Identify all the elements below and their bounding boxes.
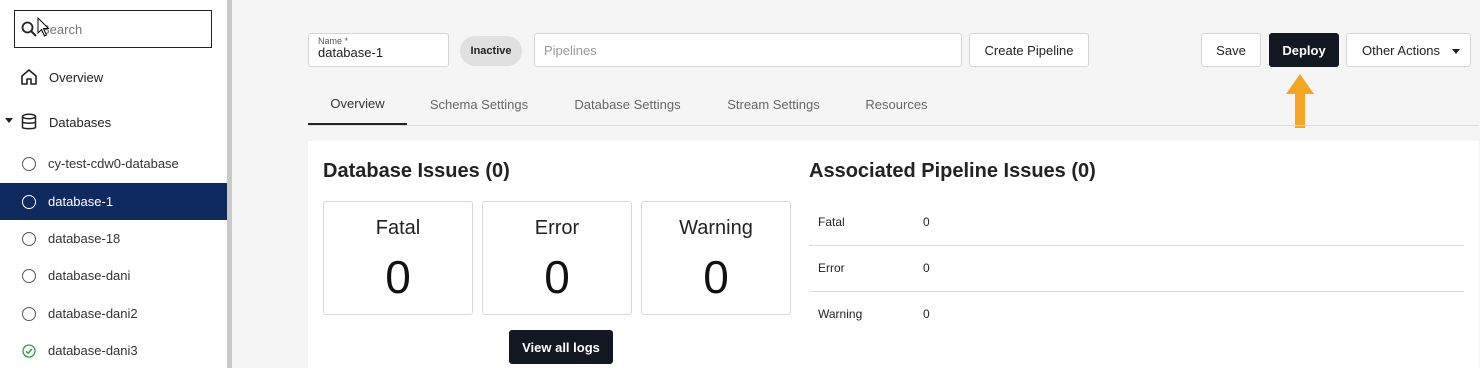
issue-card-count: 0 xyxy=(385,251,411,303)
mouse-cursor-icon xyxy=(37,17,50,37)
database-name: database-dani xyxy=(48,268,131,283)
tab-bar: Overview Schema Settings Database Settin… xyxy=(308,84,1479,126)
issue-card-fatal: Fatal 0 xyxy=(323,201,473,315)
pipeline-issue-count: 0 xyxy=(923,215,930,229)
sidebar-item-label: Overview xyxy=(49,70,104,85)
database-issues-title: Database Issues (0) xyxy=(323,160,510,182)
database-list-item[interactable]: database-dani2 xyxy=(0,295,227,332)
check-circle-icon xyxy=(22,344,36,358)
caret-down-icon xyxy=(1452,49,1460,54)
database-name: database-18 xyxy=(48,231,121,246)
caret-down-icon[interactable] xyxy=(5,118,13,123)
tab-resources[interactable]: Resources xyxy=(858,84,935,125)
pipelines-field[interactable]: Pipelines xyxy=(534,33,962,67)
search-input[interactable] xyxy=(41,19,201,39)
name-field-value[interactable]: database-1 xyxy=(318,45,383,60)
tab-schema-settings[interactable]: Schema Settings xyxy=(419,84,539,125)
other-actions-button[interactable]: Other Actions xyxy=(1346,33,1471,67)
database-list-item[interactable]: database-dani xyxy=(0,257,227,294)
sidebar-item-label: Databases xyxy=(49,115,112,130)
tab-database-settings[interactable]: Database Settings xyxy=(564,84,691,125)
deploy-button[interactable]: Deploy xyxy=(1269,33,1339,67)
sidebar: Overview Databases cy-test-cdw0-database… xyxy=(0,0,227,368)
issue-card-label: Error xyxy=(534,217,580,239)
issue-card-warning: Warning 0 xyxy=(641,201,791,315)
pipeline-issue-row: Warning 0 xyxy=(809,292,1464,338)
database-name: database-1 xyxy=(48,194,114,209)
home-icon xyxy=(21,69,37,85)
pipeline-issue-count: 0 xyxy=(923,261,930,275)
issue-card-label: Warning xyxy=(679,217,753,239)
status-circle-icon xyxy=(22,195,36,209)
pipeline-issue-label: Error xyxy=(818,261,845,275)
issue-card-count: 0 xyxy=(544,251,570,303)
tab-overview[interactable]: Overview xyxy=(308,84,407,125)
status-circle-icon xyxy=(22,269,36,283)
pipeline-issue-count: 0 xyxy=(923,307,930,321)
sidebar-resize-handle[interactable] xyxy=(227,0,232,368)
sidebar-item-overview[interactable]: Overview xyxy=(0,59,227,96)
pipeline-issue-row: Error 0 xyxy=(809,246,1464,292)
pipeline-issues-title: Associated Pipeline Issues (0) xyxy=(809,160,1096,182)
database-list-item-selected[interactable]: database-1 xyxy=(0,183,227,220)
database-list-item[interactable]: database-18 xyxy=(0,220,227,257)
view-all-logs-button[interactable]: View all logs xyxy=(509,330,613,364)
status-circle-icon xyxy=(22,157,36,171)
pipeline-issue-label: Fatal xyxy=(818,215,845,229)
pipeline-issue-row: Fatal 0 xyxy=(809,200,1464,246)
save-button[interactable]: Save xyxy=(1201,33,1261,67)
database-name: database-dani2 xyxy=(48,306,138,321)
sidebar-item-databases[interactable]: Databases xyxy=(0,104,227,141)
database-name: database-dani3 xyxy=(48,343,138,358)
search-icon xyxy=(21,21,37,37)
status-circle-icon xyxy=(22,307,36,321)
database-list-item[interactable]: database-dani3 xyxy=(0,332,227,368)
create-pipeline-button[interactable]: Create Pipeline xyxy=(969,33,1089,67)
database-list-item[interactable]: cy-test-cdw0-database xyxy=(0,145,227,182)
status-badge: Inactive xyxy=(460,36,522,66)
issue-card-label: Fatal xyxy=(375,217,421,239)
issue-card-error: Error 0 xyxy=(482,201,632,315)
other-actions-label: Other Actions xyxy=(1362,42,1441,58)
issue-card-count: 0 xyxy=(703,251,729,303)
name-field[interactable]: Name * database-1 xyxy=(308,33,449,67)
database-icon xyxy=(21,113,37,130)
status-circle-icon xyxy=(22,232,36,246)
database-name: cy-test-cdw0-database xyxy=(48,156,179,171)
pipeline-issue-label: Warning xyxy=(818,307,863,321)
tab-stream-settings[interactable]: Stream Settings xyxy=(716,84,831,125)
pipelines-placeholder: Pipelines xyxy=(544,43,597,58)
